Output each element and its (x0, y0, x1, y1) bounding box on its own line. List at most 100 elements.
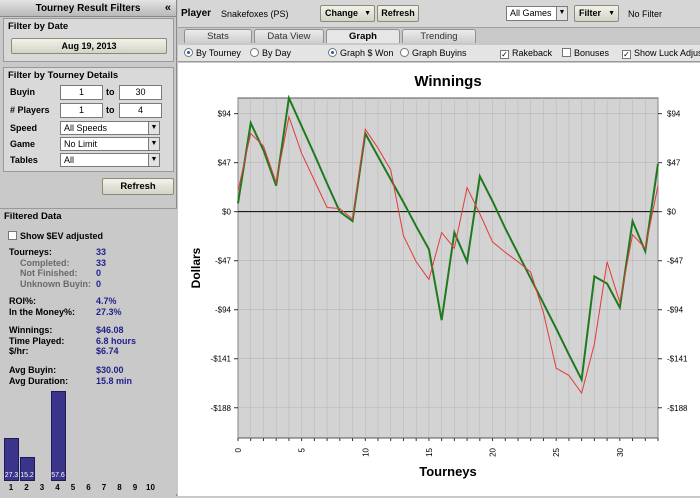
show-ev-row[interactable]: Show $EV adjusted (8, 231, 103, 241)
tables-value: All (64, 155, 75, 165)
x-tick-label: 15 (425, 447, 434, 456)
stat-value: 27.3% (96, 307, 122, 317)
graph-buyins-radio[interactable] (400, 48, 409, 57)
filter-status: No Filter (628, 9, 663, 19)
stat-label: In the Money%: (9, 307, 76, 317)
rakeback-option[interactable]: ✓ Rakeback (500, 48, 552, 59)
x-tick-label: 0 (234, 447, 243, 452)
speed-value: All Speeds (64, 123, 108, 133)
stat-value: $30.00 (96, 365, 124, 375)
stat-value: 33 (96, 258, 107, 268)
stat-value: 0 (96, 268, 102, 278)
player-refresh-button[interactable]: Refresh (377, 5, 419, 22)
filter-by-tourney-panel: Filter by Tourney Details Buyin 1 to 30 … (3, 67, 174, 172)
date-button[interactable]: Aug 19, 2013 (11, 38, 167, 54)
luck-option[interactable]: ✓ Show Luck Adjus (622, 48, 700, 59)
stat-row: $/hr: $6.74 (0, 346, 170, 357)
plot-background (237, 97, 659, 439)
tab-stats[interactable]: Stats (184, 29, 252, 43)
luck-checkbox[interactable]: ✓ (622, 50, 631, 59)
stat-row: Unknown Buyin: 0 (0, 279, 170, 290)
games-select[interactable]: All Games ▼ (506, 6, 568, 21)
rakeback-checkbox[interactable]: ✓ (500, 50, 509, 59)
histogram-bar-label: 15.2 (20, 472, 34, 479)
bonuses-label: Bonuses (574, 48, 610, 58)
histogram-category: 5 (70, 483, 76, 492)
bonuses-checkbox[interactable] (562, 48, 571, 57)
stat-label: Avg Duration: (9, 376, 69, 386)
by-tourney-radio[interactable] (184, 48, 193, 57)
by-tourney-option[interactable]: By Tourney (184, 48, 241, 58)
winnings-chart-area: $94 $94 $47 $47 $0 $0 -$47 -$47 -$94 -$94 -$141 -$1… (178, 63, 700, 496)
x-tick-label: 25 (552, 447, 561, 456)
buyin-row: Buyin 1 to 30 (7, 85, 173, 100)
filter-sidebar: Tourney Result Filters « Filter by Date … (0, 0, 177, 496)
players-to-input[interactable]: 4 (119, 103, 162, 118)
game-select[interactable]: No Limit ▼ (60, 137, 160, 151)
histogram-bar (50, 391, 66, 481)
sidebar-header: Tourney Result Filters « (0, 0, 176, 17)
stat-value: 33 (96, 247, 107, 257)
stat-row: Tourneys: 33 (0, 247, 170, 258)
stat-label: Unknown Buyin: (20, 279, 91, 289)
collapse-icon[interactable]: « (165, 0, 171, 17)
player-name: Snakefoxes (PS) (221, 9, 289, 19)
y-tick-label-left: -$188 (211, 404, 232, 413)
y-tick-label-left: $94 (218, 110, 232, 119)
players-from-input[interactable]: 1 (60, 103, 103, 118)
stat-label: Completed: (20, 258, 70, 268)
change-button[interactable]: Change ▼ (320, 5, 375, 22)
buyin-to-label: to (106, 87, 115, 97)
bonuses-option[interactable]: Bonuses (562, 48, 609, 58)
graph-buyins-option[interactable]: Graph Buyins (400, 48, 467, 58)
histogram-bar-label: 27.3 (4, 472, 19, 479)
stat-row: Avg Duration: 15.8 min (0, 376, 170, 387)
stat-value: $6.74 (96, 346, 119, 356)
players-row: # Players 1 to 4 (7, 103, 173, 118)
histogram-category: 1 (8, 483, 14, 492)
chevron-down-icon[interactable]: ▼ (148, 122, 159, 134)
players-to-label: to (106, 105, 115, 115)
y-tick-label-left: -$47 (215, 257, 232, 266)
histogram-category: 8 (117, 483, 122, 492)
histogram-category: 7 (101, 483, 107, 492)
y-tick-label-left: $47 (218, 159, 232, 168)
y-tick-label-right: -$188 (667, 404, 688, 413)
tables-select[interactable]: All ▼ (60, 153, 160, 167)
player-label: Player (181, 8, 212, 19)
y-tick-label-right: -$141 (667, 355, 688, 364)
chevron-down-icon: ▼ (364, 10, 371, 17)
chevron-down-icon[interactable]: ▼ (148, 138, 159, 150)
tab-trending[interactable]: Trending (402, 29, 476, 43)
graph-won-radio[interactable] (328, 48, 337, 57)
games-value: All Games (510, 8, 552, 18)
speed-row: Speed All Speeds ▼ (7, 121, 173, 136)
chevron-down-icon[interactable]: ▼ (556, 7, 567, 20)
stat-value: 6.8 hours (96, 336, 137, 346)
graph-won-option[interactable]: Graph $ Won (328, 48, 393, 58)
speed-select[interactable]: All Speeds ▼ (60, 121, 160, 135)
tab-data-view[interactable]: Data View (254, 29, 324, 43)
y-axis-label: Dollars (189, 247, 203, 288)
buyin-to-input[interactable]: 30 (119, 85, 162, 100)
filter-by-date-panel: Filter by Date Aug 19, 2013 (3, 18, 174, 62)
stat-row: In the Money%: 27.3% (0, 307, 170, 318)
y-tick-label-right: -$94 (667, 306, 684, 315)
show-ev-checkbox[interactable] (8, 231, 17, 240)
stat-label: Avg Buyin: (9, 365, 57, 375)
x-axis-label: Tourneys (419, 464, 477, 479)
game-value: No Limit (64, 139, 98, 149)
game-row: Game No Limit ▼ (7, 137, 173, 152)
chevron-down-icon[interactable]: ▼ (148, 154, 159, 166)
y-tick-label-right: $0 (667, 208, 676, 217)
speed-label: Speed (10, 123, 38, 133)
by-day-radio[interactable] (250, 48, 259, 57)
by-day-option[interactable]: By Day (250, 48, 291, 58)
buyin-from-input[interactable]: 1 (60, 85, 103, 100)
filter-button[interactable]: Filter ▼ (574, 5, 619, 22)
tables-row: Tables All ▼ (7, 153, 173, 168)
x-tick-label: 10 (361, 447, 370, 456)
tab-graph[interactable]: Graph (326, 29, 400, 43)
chevron-down-icon: ▼ (608, 10, 615, 17)
sidebar-refresh-button[interactable]: Refresh (102, 178, 174, 195)
